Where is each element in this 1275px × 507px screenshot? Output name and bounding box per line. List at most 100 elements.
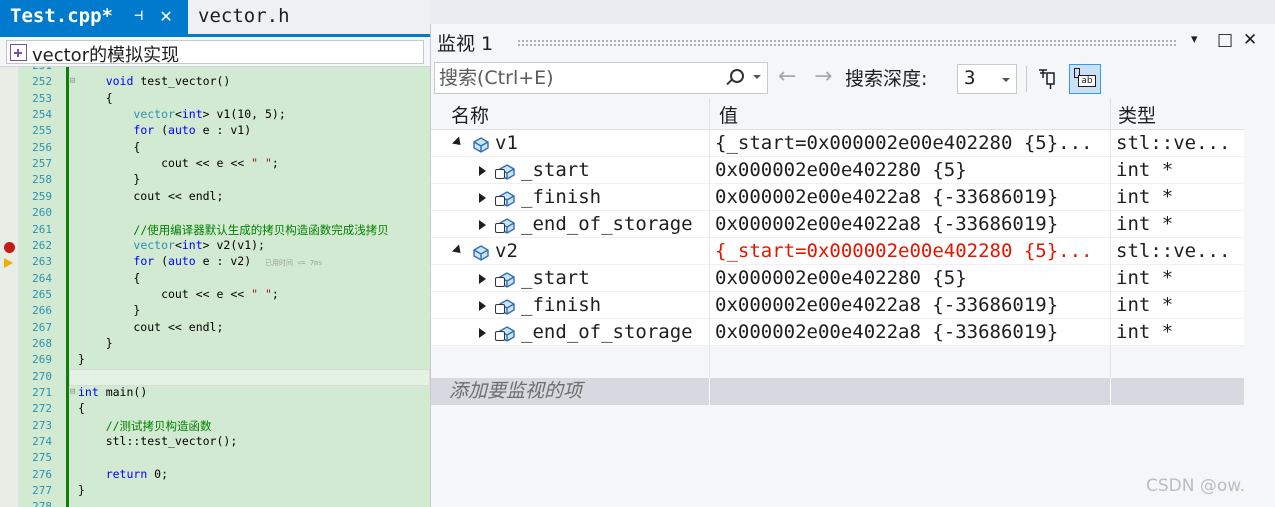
watch-row[interactable]: _end_of_storage 0x000002e00e4022a8 {-3368… — [431, 211, 1244, 238]
code-editor[interactable]: 251 252 253 254 255 256 257 258 259 260 261 262 263 2… — [0, 67, 430, 507]
code-line[interactable]: vector<int> v1(10, 5); — [78, 107, 285, 121]
glyph-margin[interactable] — [0, 67, 18, 507]
column-header-name[interactable]: 名称 — [451, 101, 489, 128]
code-line[interactable]: { — [78, 401, 85, 415]
tab-vector-h[interactable]: vector.h — [188, 0, 366, 34]
search-icon[interactable] — [730, 69, 744, 83]
collapse-arrow-icon[interactable] — [451, 244, 465, 257]
watch-row[interactable]: v2 {_start=0x000002e00e402280 {5}... stl::… — [431, 238, 1244, 265]
add-watch-placeholder[interactable]: 添加要监视的项 — [449, 378, 582, 405]
code-line[interactable]: } — [78, 172, 140, 186]
window-menu-dropdown-icon[interactable]: ▾ — [1191, 32, 1198, 47]
search-options-dropdown-icon[interactable] — [753, 75, 761, 79]
code-line[interactable]: stl::test_vector(); — [78, 434, 238, 448]
code-line[interactable]: for (auto e : v2) 已用时间 <= 7ms — [78, 254, 322, 268]
search-input[interactable] — [439, 65, 719, 91]
watch-value[interactable]: {_start=0x000002e00e402280 {5}... — [715, 238, 1110, 265]
column-divider — [709, 378, 710, 405]
code-line[interactable]: //测试拷贝构造函数 — [78, 418, 212, 434]
lock-icon — [495, 331, 505, 341]
pin-icon[interactable] — [1035, 65, 1061, 91]
code-line[interactable]: } — [78, 483, 85, 497]
watch-name: _end_of_storage — [521, 213, 693, 235]
watch-row[interactable]: v1 {_start=0x000002e00e402280 {5}... stl::… — [431, 130, 1244, 157]
pin-icon[interactable]: ⊣ — [134, 6, 143, 24]
column-divider[interactable] — [709, 98, 710, 130]
expand-arrow-icon[interactable] — [479, 301, 486, 311]
close-icon[interactable]: ✕ — [1243, 30, 1257, 50]
watch-name: _end_of_storage — [521, 321, 693, 343]
maximize-icon[interactable]: □ — [1217, 30, 1233, 50]
collapse-icon[interactable]: ⊟ — [70, 76, 75, 86]
tab-title: Test.cpp* — [10, 5, 113, 27]
back-arrow-icon[interactable]: ← — [778, 64, 796, 89]
close-icon[interactable]: ✕ — [160, 3, 172, 27]
expand-arrow-icon[interactable] — [479, 328, 486, 338]
search-depth-select[interactable]: 3 — [957, 64, 1017, 94]
watch-toolbar: ← → 搜索深度: 3 ab — [431, 60, 1275, 98]
grid-header: 名称 值 类型 — [431, 98, 1244, 130]
code-line[interactable]: } — [78, 336, 113, 350]
code-line[interactable]: } — [78, 303, 140, 317]
toolbar-separator — [1026, 66, 1027, 92]
watch-value[interactable]: 0x000002e00e4022a8 {-33686019} — [715, 292, 1110, 319]
watch-row[interactable]: _start 0x000002e00e402280 {5} int * — [431, 157, 1244, 184]
scope-dropdown[interactable]: vector的模拟实现 — [6, 40, 424, 66]
line-number: 275 — [32, 451, 52, 465]
watch-row[interactable]: _start 0x000002e00e402280 {5} int * — [431, 265, 1244, 292]
watch-value[interactable]: {_start=0x000002e00e402280 {5}... — [715, 130, 1110, 157]
watch-title-bar[interactable]: 监视 1 ▾ □ ✕ — [431, 24, 1275, 60]
column-header-type[interactable]: 类型 — [1118, 101, 1156, 128]
watch-name: v2 — [495, 240, 518, 262]
code-line[interactable]: cout << e << " "; — [78, 287, 279, 301]
document-tab-bar: Test.cpp* ⊣ ✕ vector.h — [0, 0, 430, 34]
watch-value[interactable]: 0x000002e00e402280 {5} — [715, 265, 1110, 292]
tab-test-cpp[interactable]: Test.cpp* ⊣ ✕ — [0, 0, 188, 34]
lock-icon — [495, 277, 505, 287]
line-number: 271 — [32, 386, 52, 399]
line-number: 260 — [32, 206, 52, 220]
collapse-icon[interactable]: ⊟ — [70, 387, 75, 397]
code-line[interactable]: vector<int> v2(v1); — [78, 238, 265, 252]
code-line[interactable]: //使用编译器默认生成的拷贝构造函数完成浅拷贝 — [78, 222, 388, 238]
watch-value[interactable]: 0x000002e00e4022a8 {-33686019} — [715, 184, 1110, 211]
watch-type: int * — [1116, 213, 1174, 235]
code-line[interactable]: { — [78, 91, 113, 105]
code-line[interactable]: cout << e << " "; — [78, 156, 279, 170]
code-line[interactable]: { — [78, 271, 140, 285]
breakpoint-icon[interactable] — [4, 241, 15, 253]
code-line[interactable]: { — [78, 140, 140, 154]
lock-icon — [495, 304, 505, 314]
expand-arrow-icon[interactable] — [479, 274, 486, 284]
code-line[interactable]: int main() — [78, 385, 147, 399]
collapse-arrow-icon[interactable] — [451, 136, 465, 149]
expand-arrow-icon[interactable] — [479, 193, 486, 203]
add-watch-row[interactable]: 添加要监视的项 — [431, 378, 1244, 405]
watch-row[interactable]: _finish 0x000002e00e4022a8 {-33686019} int… — [431, 184, 1244, 211]
code-line[interactable]: return 0; — [78, 467, 168, 481]
ab-icon: ab — [1078, 75, 1096, 87]
watch-value[interactable]: 0x000002e00e4022a8 {-33686019} — [715, 211, 1110, 238]
expand-arrow-icon[interactable] — [479, 166, 486, 176]
expand-arrow-icon[interactable] — [479, 220, 486, 230]
watch-row[interactable]: _end_of_storage 0x000002e00e4022a8 {-3368… — [431, 319, 1244, 346]
column-divider[interactable] — [1110, 98, 1111, 130]
search-box[interactable] — [434, 62, 768, 94]
watch-row[interactable]: _finish 0x000002e00e4022a8 {-33686019} int… — [431, 292, 1244, 319]
line-number: 278 — [32, 500, 52, 507]
line-number: 258 — [32, 173, 52, 187]
watch-grid: 名称 值 类型 v1 {_start=0x000002e00e402280 {5}… — [431, 98, 1244, 507]
code-line[interactable]: void test_vector() — [78, 74, 231, 88]
hexadecimal-display-button[interactable]: ab — [1069, 64, 1101, 94]
watch-value[interactable]: 0x000002e00e402280 {5} — [715, 157, 1110, 184]
code-line[interactable]: cout << endl; — [78, 320, 223, 334]
code-line[interactable]: cout << endl; — [78, 189, 223, 203]
code-line[interactable]: } — [78, 352, 85, 366]
watch-name: _finish — [521, 186, 602, 208]
line-number: 265 — [32, 287, 52, 301]
watermark: CSDN @ow. — [1146, 476, 1246, 496]
watch-value[interactable]: 0x000002e00e4022a8 {-33686019} — [715, 319, 1110, 346]
code-line[interactable]: for (auto e : v1) — [78, 123, 251, 137]
column-header-value[interactable]: 值 — [719, 101, 738, 128]
forward-arrow-icon[interactable]: → — [814, 64, 832, 89]
